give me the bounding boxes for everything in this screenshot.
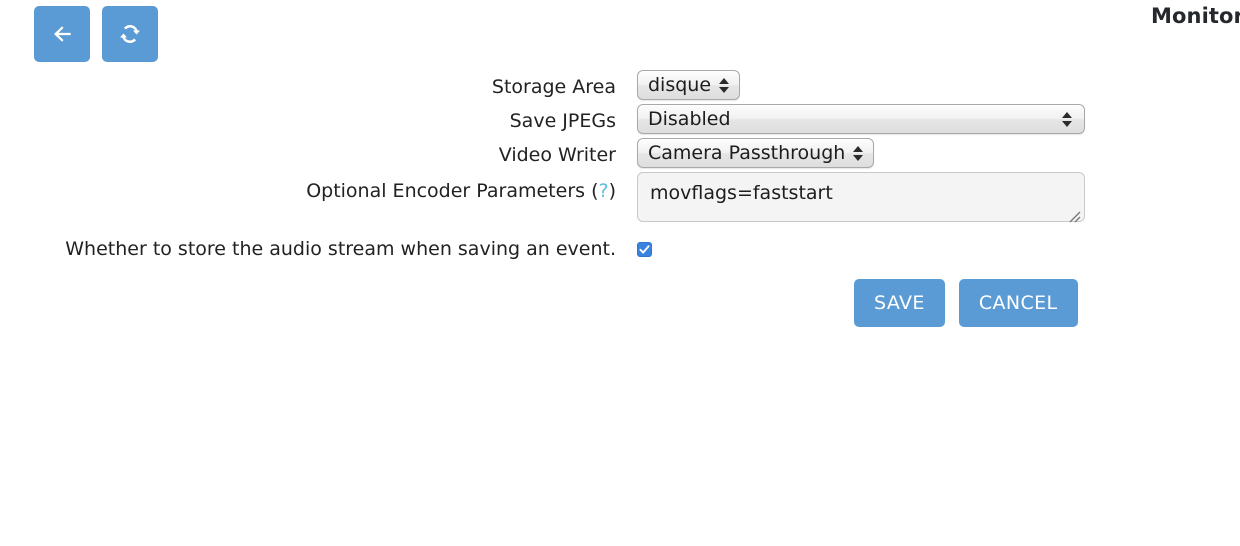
top-toolbar: [34, 6, 158, 62]
control-store-audio: [637, 241, 652, 257]
settings-form: Storage Area disque Save JPEGs Disabled …: [0, 70, 1240, 228]
label-video-writer: Video Writer: [498, 144, 616, 166]
cancel-button[interactable]: CANCEL: [958, 279, 1078, 327]
back-button[interactable]: [34, 6, 90, 62]
store-audio-checkbox[interactable]: [637, 241, 652, 257]
chevron-updown-icon: [853, 145, 864, 161]
arrow-left-icon: [49, 21, 75, 47]
label-encoder-prefix: Optional Encoder Parameters (: [306, 180, 599, 202]
refresh-button[interactable]: [102, 6, 158, 62]
control-video-writer: Camera Passthrough: [637, 138, 875, 168]
video-writer-select[interactable]: Camera Passthrough: [637, 138, 875, 168]
form-actions: SAVE CANCEL: [854, 279, 1078, 327]
control-save-jpegs: Disabled: [637, 104, 1085, 134]
label-encoder-suffix: ): [608, 180, 616, 202]
form-row-store-audio: Whether to store the audio stream when s…: [0, 238, 1240, 260]
storage-area-select[interactable]: disque: [637, 70, 741, 100]
save-jpegs-select[interactable]: Disabled: [637, 104, 1085, 134]
page-title: Monitor: [1151, 4, 1240, 28]
form-row-storage-area: Storage Area disque: [0, 70, 1240, 104]
storage-area-value: disque: [648, 73, 712, 96]
label-encoder-parameters: Optional Encoder Parameters (?): [0, 172, 616, 201]
refresh-icon: [118, 22, 142, 46]
form-row-save-jpegs: Save JPEGs Disabled: [0, 104, 1240, 138]
form-row-encoder-parameters: Optional Encoder Parameters (?): [0, 172, 1240, 228]
video-writer-value: Camera Passthrough: [648, 141, 846, 164]
encoder-parameters-wrapper: [637, 172, 1085, 226]
form-row-video-writer: Video Writer Camera Passthrough: [0, 138, 1240, 172]
chevron-updown-icon: [719, 77, 730, 93]
save-button[interactable]: SAVE: [854, 279, 945, 327]
control-storage-area: disque: [637, 70, 741, 100]
label-store-audio: Whether to store the audio stream when s…: [65, 238, 616, 260]
encoder-parameters-input[interactable]: [637, 172, 1085, 222]
control-encoder-parameters: [637, 172, 1085, 226]
checkmark-icon: [639, 244, 650, 254]
save-jpegs-value: Disabled: [648, 107, 731, 130]
encoder-help-link[interactable]: ?: [598, 180, 608, 202]
label-storage-area: Storage Area: [491, 76, 616, 98]
chevron-updown-icon: [1062, 111, 1072, 127]
label-save-jpegs: Save JPEGs: [509, 110, 616, 132]
